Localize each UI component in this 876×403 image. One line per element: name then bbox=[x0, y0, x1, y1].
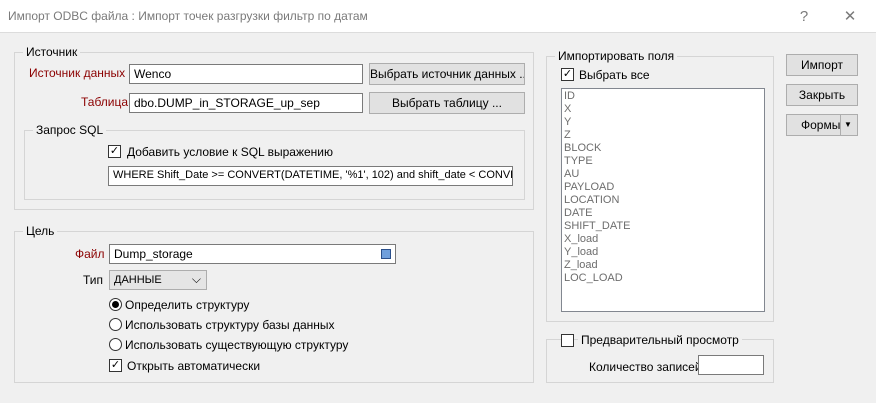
select-datasource-button[interactable]: Выбрать источник данных ... bbox=[369, 63, 525, 85]
auto-open-label: Открыть автоматически bbox=[127, 359, 261, 373]
datasource-input[interactable]: Wenco bbox=[129, 64, 363, 84]
import-fields-group: Импортировать поля ✓ Выбрать все ID X Y Z BL… bbox=[546, 49, 774, 322]
check-icon: ✓ bbox=[562, 68, 573, 80]
import-fields-label: Импортировать поля bbox=[555, 49, 678, 63]
field-list-item[interactable]: LOCATION bbox=[564, 194, 619, 206]
records-count-label: Количество записей bbox=[589, 360, 702, 374]
table-label: Таблица bbox=[81, 95, 129, 109]
field-list-item[interactable]: PAYLOAD bbox=[564, 181, 614, 193]
auto-open-checkbox[interactable]: ✓ bbox=[109, 359, 122, 372]
split-divider bbox=[840, 115, 841, 135]
fields-listbox[interactable]: ID X Y Z BLOCK TYPE AU PAYLOAD LOCATION DATE SHIFT… bbox=[561, 88, 765, 312]
close-button[interactable]: Закрыть bbox=[786, 84, 858, 106]
sql-group: Запрос SQL ✓ Добавить условие к SQL выра… bbox=[24, 123, 525, 200]
target-group-label: Цель bbox=[23, 224, 58, 238]
table-input[interactable]: dbo.DUMP_in_STORAGE_up_sep bbox=[129, 93, 363, 113]
import-odbc-dialog: Импорт ODBC файла : Импорт точек разгруз… bbox=[0, 0, 876, 403]
dropdown-arrow-icon[interactable]: ▼ bbox=[844, 115, 852, 135]
import-button[interactable]: Импорт bbox=[786, 54, 858, 76]
add-condition-label: Добавить условие к SQL выражению bbox=[127, 145, 333, 159]
field-list-item[interactable]: ID bbox=[564, 90, 575, 102]
preview-group: Предварительный просмотр Количество запи… bbox=[546, 333, 774, 383]
type-select[interactable]: ДАННЫЕ ⌵ bbox=[109, 270, 207, 290]
field-list-item[interactable]: Z_load bbox=[564, 259, 598, 271]
title-bar: Импорт ODBC файла : Импорт точек разгруз… bbox=[0, 0, 876, 32]
field-list-item[interactable]: X_load bbox=[564, 233, 598, 245]
source-group: Источник Источник данных Wenco Выбрать и… bbox=[14, 45, 534, 210]
radio-define-label: Определить структуру bbox=[125, 298, 250, 312]
radio-define-structure[interactable] bbox=[109, 298, 122, 311]
forms-button-label: Формы bbox=[801, 118, 841, 132]
sql-query-input[interactable]: WHERE Shift_Date >= CONVERT(DATETIME, '%… bbox=[108, 166, 513, 186]
file-value: Dump_storage bbox=[114, 247, 193, 261]
field-list-item[interactable]: AU bbox=[564, 168, 579, 180]
window-title: Импорт ODBC файла : Импорт точек разгруз… bbox=[8, 9, 368, 23]
records-count-input[interactable] bbox=[698, 355, 764, 375]
check-icon: ✓ bbox=[110, 359, 121, 371]
field-list-item[interactable]: Z bbox=[564, 129, 571, 141]
field-list-item[interactable]: SHIFT_DATE bbox=[564, 220, 630, 232]
chevron-down-icon: ⌵ bbox=[191, 272, 201, 286]
check-icon: ✓ bbox=[109, 145, 120, 157]
field-list-item[interactable]: X bbox=[564, 103, 571, 115]
add-condition-checkbox[interactable]: ✓ bbox=[108, 145, 121, 158]
preview-checkbox[interactable] bbox=[561, 334, 574, 347]
field-list-item[interactable]: Y_load bbox=[564, 246, 598, 258]
select-table-button[interactable]: Выбрать таблицу ... bbox=[369, 92, 525, 114]
select-all-checkbox[interactable]: ✓ bbox=[561, 68, 574, 81]
field-list-item[interactable]: TYPE bbox=[564, 155, 593, 167]
radio-existing-label: Использовать существующую структуру bbox=[125, 338, 349, 352]
file-label: Файл bbox=[75, 247, 105, 261]
forms-button[interactable]: Формы ▼ bbox=[786, 114, 858, 136]
field-list-item[interactable]: LOC_LOAD bbox=[564, 272, 623, 284]
radio-db-structure[interactable] bbox=[109, 318, 122, 331]
field-list-item[interactable]: BLOCK bbox=[564, 142, 601, 154]
close-icon[interactable]: ✕ bbox=[828, 4, 872, 30]
file-browse-icon[interactable] bbox=[381, 249, 391, 259]
source-group-label: Источник bbox=[23, 45, 81, 59]
field-list-item[interactable]: DATE bbox=[564, 207, 593, 219]
radio-db-label: Использовать структуру базы данных bbox=[125, 318, 335, 332]
type-label: Тип bbox=[83, 273, 104, 287]
type-select-value: ДАННЫЕ bbox=[114, 274, 162, 286]
preview-label: Предварительный просмотр bbox=[578, 333, 742, 347]
dialog-body: Источник Источник данных Wenco Выбрать и… bbox=[0, 32, 876, 403]
file-input[interactable]: Dump_storage bbox=[109, 244, 396, 264]
sql-group-label: Запрос SQL bbox=[33, 123, 107, 137]
field-list-item[interactable]: Y bbox=[564, 116, 571, 128]
select-all-label: Выбрать все bbox=[579, 68, 650, 82]
radio-existing-structure[interactable] bbox=[109, 338, 122, 351]
target-group: Цель Файл Dump_storage Тип ДАННЫЕ ⌵ Опре… bbox=[14, 224, 534, 383]
help-icon[interactable]: ? bbox=[782, 4, 826, 30]
datasource-label: Источник данных bbox=[29, 66, 126, 80]
